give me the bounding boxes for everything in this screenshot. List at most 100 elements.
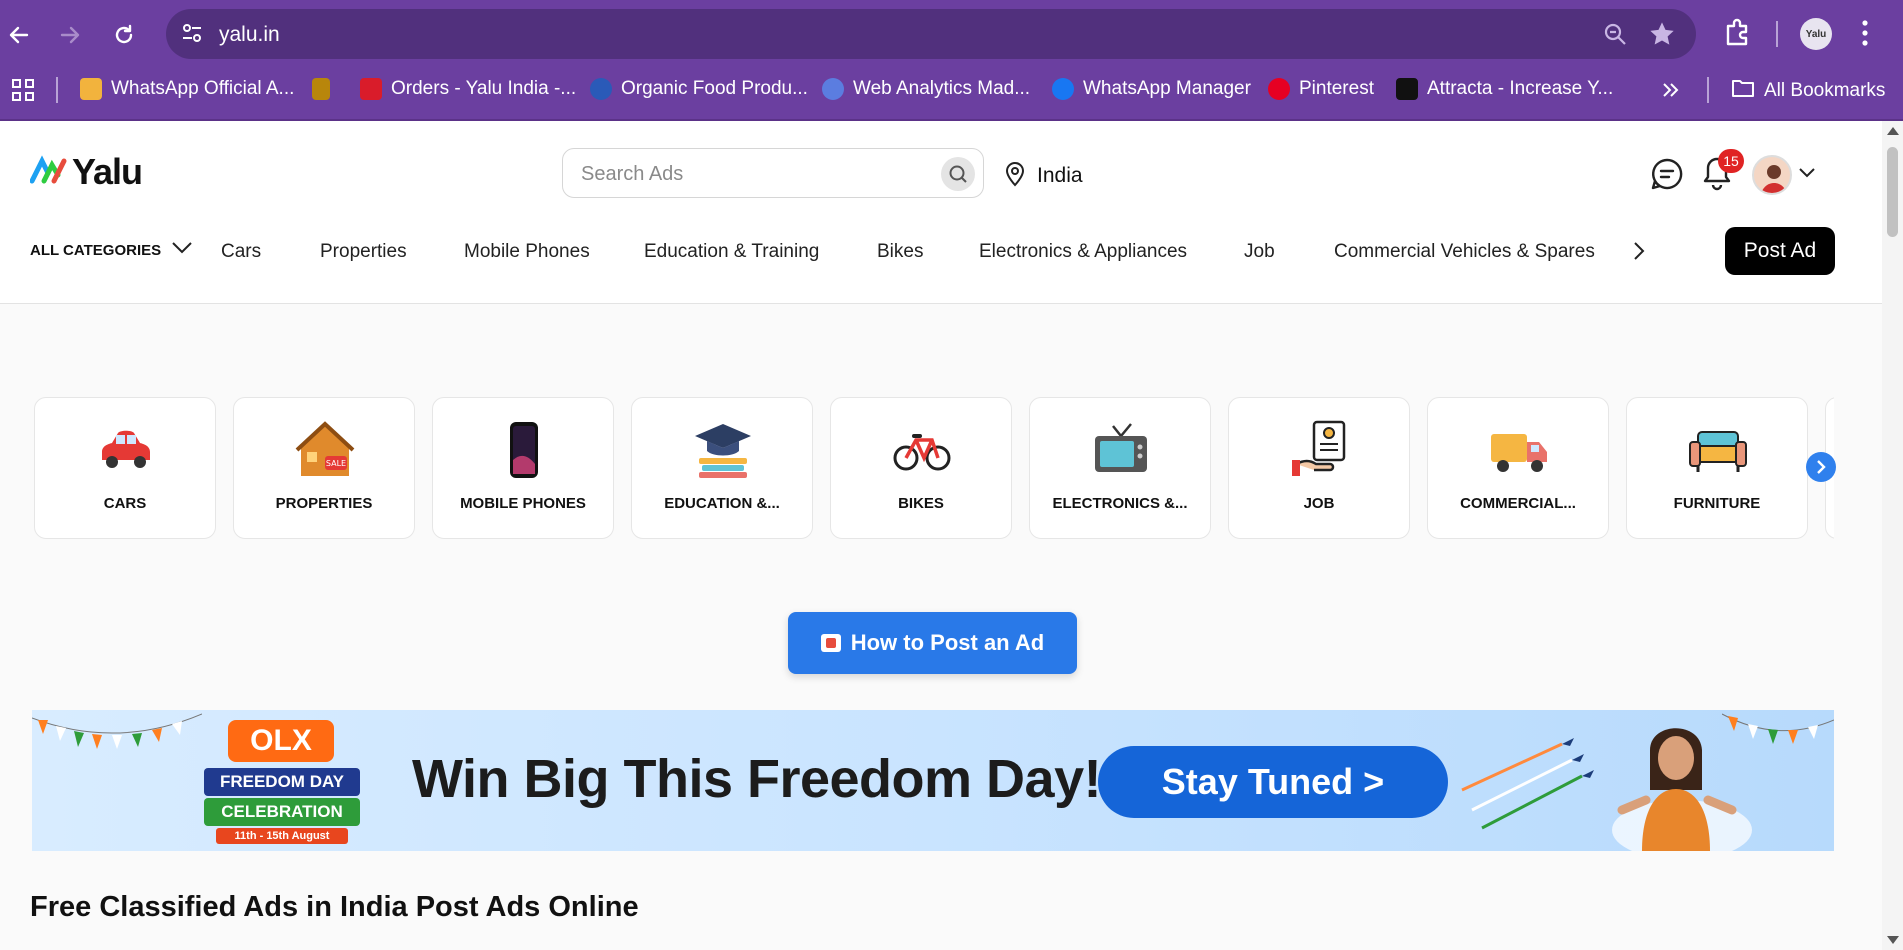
car-icon	[102, 430, 150, 468]
category-card-label: EDUCATION &...	[664, 495, 780, 512]
all-categories-label: ALL CATEGORIES	[30, 241, 162, 259]
location-label: India	[1037, 164, 1083, 187]
category-card-label: JOB	[1303, 495, 1335, 512]
site-logo[interactable]: Yalu	[29, 151, 143, 193]
sofa-icon	[1689, 431, 1747, 472]
bookmark-label: Orders - Yalu India -...	[391, 78, 577, 99]
zoom-icon[interactable]	[1602, 21, 1628, 52]
category-card-label: ELECTRONICS &...	[1052, 495, 1188, 512]
nav-category-job[interactable]: Job	[1244, 241, 1275, 263]
category-card-education[interactable]: EDUCATION &...	[631, 397, 813, 539]
bookmark-label: WhatsApp Official A...	[111, 78, 295, 99]
yalu-logo-icon	[29, 154, 68, 190]
chevron-down-icon	[171, 241, 193, 259]
bookmarks-separator	[56, 77, 58, 103]
bookmark-whatsapp-manager[interactable]: WhatsApp Manager	[1052, 78, 1251, 100]
all-categories-button[interactable]: ALL CATEGORIES	[30, 241, 193, 259]
jets-decoration	[1461, 738, 1594, 830]
promo-banner[interactable]: OLX FREEDOM DAY CELEBRATION 11th - 15th …	[32, 710, 1834, 851]
nav-category-bikes[interactable]: Bikes	[877, 241, 923, 263]
chevron-right-icon[interactable]	[1632, 241, 1646, 266]
category-card-label: PROPERTIES	[275, 495, 373, 512]
more-bookmarks-icon[interactable]	[1660, 80, 1680, 105]
bookmark-label: Organic Food Produ...	[621, 78, 808, 99]
olx-logo: OLX	[228, 720, 334, 762]
category-card-cars[interactable]: CARS	[34, 397, 216, 539]
reload-icon[interactable]	[107, 18, 141, 52]
category-card-properties[interactable]: SALE PROPERTIES	[233, 397, 415, 539]
chevron-down-icon[interactable]	[1798, 166, 1816, 184]
browser-chrome: yalu.in Yalu WhatsApp Official A... Orde…	[0, 0, 1903, 121]
chat-icon[interactable]	[1650, 157, 1684, 196]
location-selector[interactable]: India	[1003, 159, 1083, 193]
page-scrollbar[interactable]	[1882, 121, 1903, 950]
scrollbar-thumb[interactable]	[1887, 147, 1898, 237]
folder-icon	[1731, 78, 1755, 104]
bookmark-label: Pinterest	[1299, 78, 1374, 99]
post-ad-button[interactable]: Post Ad	[1725, 227, 1835, 275]
nav-category-electronics[interactable]: Electronics & Appliances	[979, 241, 1187, 263]
house-sale-icon: SALE	[295, 421, 355, 476]
category-card-electronics[interactable]: ELECTRONICS &...	[1029, 397, 1211, 539]
bookmark-brand[interactable]	[312, 78, 330, 100]
nav-category-cars[interactable]: Cars	[221, 241, 261, 263]
bookmark-label: Attracta - Increase Y...	[1427, 78, 1614, 99]
bookmark-whatsapp-official[interactable]: WhatsApp Official A...	[80, 78, 294, 100]
category-card-label: FURNITURE	[1673, 495, 1761, 512]
bookmark-pinterest[interactable]: Pinterest	[1268, 78, 1374, 100]
address-bar[interactable]: yalu.in	[166, 9, 1696, 59]
category-card-job[interactable]: JOB	[1228, 397, 1410, 539]
logo-text: Yalu	[72, 151, 143, 192]
forward-icon[interactable]	[53, 18, 87, 52]
category-card-label: BIKES	[898, 495, 944, 512]
extensions-icon[interactable]	[1720, 16, 1754, 55]
bookmark-yalu-orders[interactable]: Orders - Yalu India -...	[360, 78, 576, 100]
user-avatar[interactable]	[1752, 155, 1792, 195]
category-card-furniture[interactable]: FURNITURE	[1626, 397, 1808, 539]
page-content: Yalu India 15 ALL CA	[0, 121, 1882, 950]
bookmark-attracta[interactable]: Attracta - Increase Y...	[1396, 78, 1613, 100]
search-button[interactable]	[941, 157, 975, 191]
scroll-down-icon[interactable]	[1887, 936, 1899, 944]
apps-grid-icon[interactable]	[11, 78, 35, 107]
browser-menu-icon[interactable]	[1860, 18, 1870, 53]
carousel-next-icon[interactable]	[1806, 452, 1836, 482]
bookmark-web-analytics[interactable]: Web Analytics Mad...	[822, 78, 1030, 100]
category-card-label: MOBILE PHONES	[460, 495, 586, 512]
banner-headline: Win Big This Freedom Day!	[412, 749, 1102, 809]
category-card-bikes[interactable]: BIKES	[830, 397, 1012, 539]
nav-category-commercial-vehicles[interactable]: Commercial Vehicles & Spares	[1334, 241, 1595, 263]
yalu-orders-favicon	[360, 78, 382, 100]
nav-category-mobile-phones[interactable]: Mobile Phones	[464, 241, 590, 263]
search-icon	[949, 165, 967, 183]
category-card-label: CARS	[103, 495, 147, 512]
nav-category-properties[interactable]: Properties	[320, 241, 407, 263]
back-icon[interactable]	[2, 18, 36, 52]
scroll-up-icon[interactable]	[1887, 127, 1899, 135]
toolbar-separator	[1776, 21, 1778, 47]
site-header: Yalu India 15 ALL CA	[0, 121, 1882, 304]
olx-freedom-badge: OLX FREEDOM DAY CELEBRATION 11th - 15th …	[182, 720, 382, 844]
attracta-favicon	[1396, 78, 1418, 100]
notification-count-badge: 15	[1718, 149, 1744, 173]
how-to-post-button[interactable]: How to Post an Ad	[788, 612, 1077, 674]
category-card-mobile-phones[interactable]: MOBILE PHONES	[432, 397, 614, 539]
bookmark-organic-food[interactable]: Organic Food Produ...	[590, 78, 808, 100]
location-pin-icon	[1003, 159, 1027, 193]
category-card-commercial[interactable]: COMMERCIAL...	[1427, 397, 1609, 539]
nav-category-education[interactable]: Education & Training	[644, 241, 819, 263]
browser-profile-avatar[interactable]: Yalu	[1800, 18, 1832, 50]
site-settings-icon[interactable]	[179, 20, 205, 51]
search-box	[562, 148, 984, 198]
brand-favicon	[312, 78, 330, 100]
category-nav: ALL CATEGORIES Cars Properties Mobile Ph…	[30, 227, 1830, 277]
category-cards-carousel: CARS SALE PROPERTIES MOBILE PHONES EDUCA…	[34, 397, 1834, 539]
all-bookmarks-button[interactable]: All Bookmarks	[1731, 78, 1885, 104]
bookmarks-bar: WhatsApp Official A... Orders - Yalu Ind…	[0, 70, 1903, 110]
bookmark-star-icon[interactable]	[1648, 20, 1676, 53]
banner-cta-button[interactable]: Stay Tuned >	[1098, 746, 1448, 818]
url-text: yalu.in	[219, 23, 280, 46]
woman-illustration	[1612, 728, 1752, 851]
browser-toolbar: yalu.in Yalu	[0, 0, 1903, 68]
search-input[interactable]	[581, 160, 911, 188]
